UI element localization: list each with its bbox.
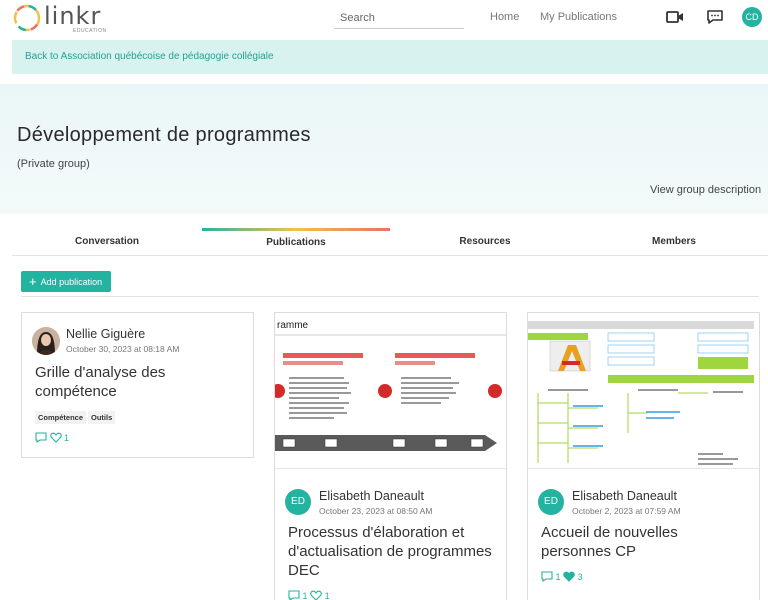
tag[interactable]: Outils bbox=[88, 411, 116, 424]
publication-date: October 30, 2023 at 08:18 AM bbox=[66, 344, 180, 354]
publication-date: October 23, 2023 at 08:50 AM bbox=[319, 506, 433, 516]
author-name[interactable]: Elisabeth Daneault bbox=[319, 489, 424, 503]
plus-icon: + bbox=[29, 274, 37, 289]
comment-count: 1 bbox=[555, 572, 561, 582]
tab-publications[interactable]: Publications bbox=[202, 228, 390, 256]
comment-icon[interactable] bbox=[288, 590, 300, 600]
like-count: 3 bbox=[577, 572, 583, 582]
publication-card[interactable]: ramme ED Elisabeth Daneault October 23, … bbox=[274, 312, 507, 600]
publication-title[interactable]: Processus d'élaboration et d'actualisati… bbox=[288, 523, 493, 580]
add-publication-button[interactable]: + Add publication bbox=[21, 271, 111, 292]
publication-title[interactable]: Grille d'analyse des compétence bbox=[35, 363, 235, 401]
reactions: 1 1 bbox=[288, 590, 330, 600]
logo-subtitle: EDUCATION bbox=[73, 28, 107, 34]
group-privacy-label: (Private group) bbox=[17, 158, 90, 170]
publication-date: October 2, 2023 at 07:59 AM bbox=[572, 506, 681, 516]
publication-thumbnail[interactable] bbox=[528, 313, 759, 469]
author-avatar[interactable] bbox=[32, 327, 60, 355]
author-photo-icon bbox=[32, 327, 60, 355]
like-heart-filled-icon[interactable] bbox=[563, 571, 575, 582]
back-to-association-link[interactable]: Back to Association québécoise de pédago… bbox=[25, 51, 274, 62]
comment-count: 1 bbox=[302, 591, 308, 600]
comment-icon[interactable] bbox=[35, 432, 47, 444]
publication-title[interactable]: Accueil de nouvelles personnes CP bbox=[541, 523, 741, 561]
back-banner: Back to Association québécoise de pédago… bbox=[12, 40, 768, 74]
like-heart-icon[interactable] bbox=[49, 432, 62, 443]
reactions: 1 3 bbox=[541, 571, 583, 583]
tag-list: Compétence Outils bbox=[35, 407, 117, 425]
tab-members[interactable]: Members bbox=[580, 228, 768, 256]
search-input[interactable] bbox=[334, 7, 464, 29]
logo-text: linkr bbox=[44, 2, 102, 30]
messages-icon[interactable] bbox=[706, 9, 724, 25]
add-publication-label: Add publication bbox=[40, 277, 103, 287]
like-count: 1 bbox=[64, 433, 70, 443]
nav-home-link[interactable]: Home bbox=[490, 11, 519, 23]
tab-conversation[interactable]: Conversation bbox=[12, 228, 202, 256]
page-title: Développement de programmes bbox=[17, 124, 311, 146]
author-name[interactable]: Elisabeth Daneault bbox=[572, 489, 677, 503]
video-call-icon[interactable] bbox=[666, 9, 684, 25]
group-tabs: Conversation Publications Resources Memb… bbox=[12, 228, 768, 256]
tag[interactable]: Compétence bbox=[35, 411, 87, 424]
publication-card[interactable]: ED Elisabeth Daneault October 2, 2023 at… bbox=[527, 312, 760, 600]
author-avatar[interactable]: ED bbox=[538, 489, 564, 515]
user-avatar[interactable]: CD bbox=[742, 7, 762, 27]
publication-card[interactable]: Nellie Giguère October 30, 2023 at 08:18… bbox=[21, 312, 254, 458]
nav-my-publications-link[interactable]: My Publications bbox=[540, 11, 617, 23]
author-avatar[interactable]: ED bbox=[285, 489, 311, 515]
view-group-description-button[interactable]: View group description bbox=[650, 184, 761, 196]
linkr-logo[interactable]: linkr EDUCATION bbox=[12, 2, 132, 34]
publication-thumbnail[interactable]: ramme bbox=[275, 313, 506, 469]
logo-ring-icon bbox=[13, 4, 41, 32]
tab-resources[interactable]: Resources bbox=[390, 228, 580, 256]
like-count: 1 bbox=[324, 591, 330, 600]
regulation-chart-thumbnail bbox=[528, 321, 754, 465]
author-name[interactable]: Nellie Giguère bbox=[66, 327, 145, 341]
group-header: Développement de programmes (Private gro… bbox=[0, 84, 768, 214]
process-diagram-thumbnail: ramme bbox=[275, 320, 506, 451]
reactions: 1 bbox=[35, 432, 70, 444]
divider bbox=[21, 296, 759, 297]
comment-icon[interactable] bbox=[541, 571, 553, 583]
top-navbar: linkr EDUCATION Home My Publications CD bbox=[0, 0, 768, 36]
like-heart-icon[interactable] bbox=[310, 590, 322, 600]
thumbnail-heading: ramme bbox=[277, 320, 309, 331]
